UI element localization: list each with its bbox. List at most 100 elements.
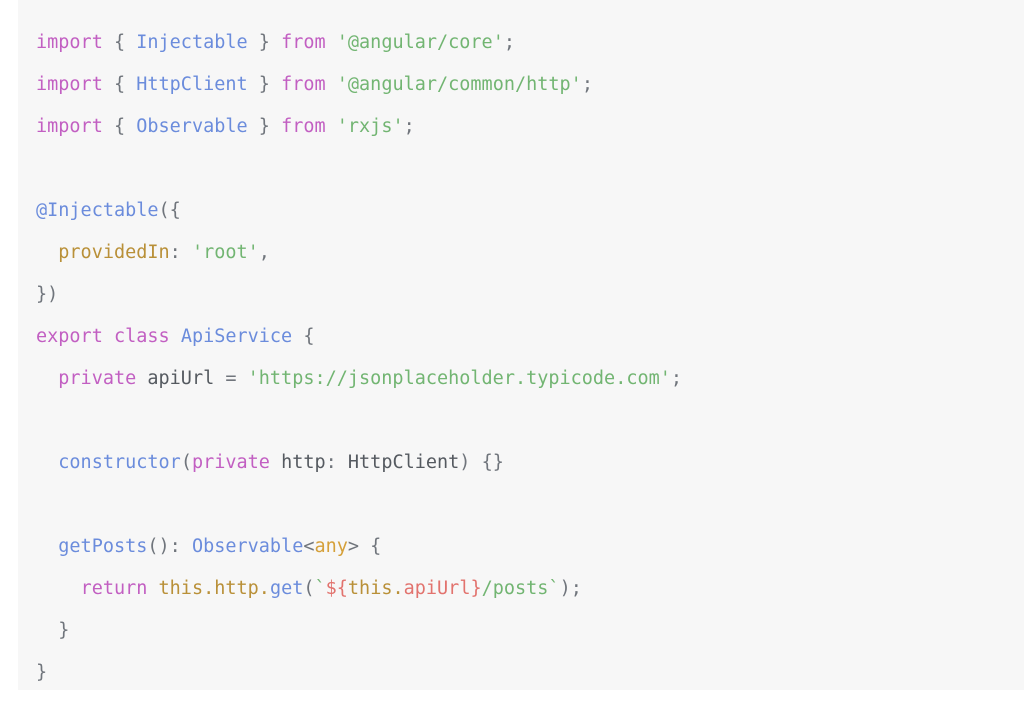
code-token-kw: private bbox=[191, 452, 270, 473]
code-token-type: @Injectable bbox=[36, 200, 159, 221]
code-token-punc: { bbox=[303, 326, 315, 347]
code-token-fn: getPosts bbox=[58, 536, 148, 557]
code-content: import { Injectable } from '@angular/cor… bbox=[18, 22, 1024, 690]
code-token-punc: ( bbox=[180, 452, 192, 473]
code-token-type: Observable bbox=[136, 116, 248, 137]
code-token-punc: } bbox=[36, 662, 48, 683]
code-token-punc: { bbox=[113, 74, 126, 95]
code-token-str: 'https://jsonplaceholder.typicode.com' bbox=[247, 368, 671, 389]
code-token-plain: apiUrl bbox=[147, 368, 215, 389]
code-token-type: Observable bbox=[191, 536, 304, 557]
code-token-kw: return bbox=[80, 578, 148, 599]
code-token-type: ApiService bbox=[180, 326, 293, 347]
code-token-interp: apiUrl bbox=[403, 578, 471, 599]
code-token-prop: this bbox=[158, 578, 204, 599]
code-token-type: HttpClient bbox=[136, 74, 248, 95]
code-token-punc: : bbox=[169, 242, 192, 263]
code-token-kw: import bbox=[36, 74, 103, 95]
code-token-punc: = bbox=[225, 368, 237, 389]
code-token-punc: ); bbox=[559, 578, 582, 599]
code-token-prop: . bbox=[392, 578, 404, 599]
code-line: return this.http.get(`${this.apiUrl}/pos… bbox=[18, 568, 1024, 610]
code-token-punc: ; bbox=[581, 74, 593, 95]
code-token-punc: > { bbox=[347, 536, 382, 557]
code-block[interactable]: import { Injectable } from '@angular/cor… bbox=[18, 0, 1024, 690]
code-token-kw: import bbox=[36, 116, 103, 137]
code-token-str: ` bbox=[314, 578, 326, 599]
code-token-kw: from bbox=[281, 32, 326, 53]
code-token-punc: } bbox=[258, 74, 270, 95]
code-token-punc: }) bbox=[36, 284, 59, 305]
code-line: import { HttpClient } from '@angular/com… bbox=[18, 64, 1024, 106]
code-line: @Injectable({ bbox=[18, 190, 1024, 232]
code-token-prop: . bbox=[203, 578, 215, 599]
code-token-punc: , bbox=[258, 242, 270, 263]
code-line: getPosts(): Observable<any> { bbox=[18, 526, 1024, 568]
code-token-kw: from bbox=[281, 74, 326, 95]
code-token-punc: ; bbox=[670, 368, 683, 389]
code-token-prop: providedIn bbox=[58, 242, 170, 263]
code-line: }) bbox=[18, 274, 1024, 316]
code-token-punc: < bbox=[303, 536, 315, 557]
code-token-str: '@angular/common/http' bbox=[336, 74, 582, 95]
code-line: import { Observable } from 'rxjs'; bbox=[18, 106, 1024, 148]
code-token-punc: } bbox=[58, 620, 70, 641]
code-token-prop: http bbox=[214, 578, 259, 599]
code-token-str: /posts bbox=[481, 578, 549, 599]
code-token-interp: ${ bbox=[325, 578, 348, 599]
code-line: private apiUrl = 'https://jsonplaceholde… bbox=[18, 358, 1024, 400]
code-token-interp: } bbox=[470, 578, 482, 599]
code-token-fn: constructor bbox=[58, 452, 181, 473]
code-token-str: 'rxjs' bbox=[336, 116, 404, 137]
code-token-plain: HttpClient bbox=[347, 452, 460, 473]
code-token-prop: this bbox=[347, 578, 393, 599]
code-line: } bbox=[18, 610, 1024, 652]
code-token-punc: { bbox=[113, 32, 126, 53]
code-token-fn: get bbox=[269, 578, 304, 599]
code-token-punc: } bbox=[258, 32, 270, 53]
code-line: export class ApiService { bbox=[18, 316, 1024, 358]
code-token-punc: ( bbox=[303, 578, 315, 599]
code-line: } bbox=[18, 652, 1024, 690]
code-token-plain: http bbox=[281, 452, 326, 473]
code-token-str: '@angular/core' bbox=[336, 32, 504, 53]
code-token-punc: ) {} bbox=[459, 452, 504, 473]
code-token-prop: . bbox=[258, 578, 270, 599]
code-token-punc: { bbox=[113, 116, 126, 137]
code-token-kw: from bbox=[281, 116, 326, 137]
code-token-kw: private bbox=[58, 368, 137, 389]
code-token-kw: class bbox=[113, 326, 170, 347]
code-token-punc: : bbox=[325, 452, 348, 473]
code-token-any: any bbox=[314, 536, 348, 557]
code-line: providedIn: 'root', bbox=[18, 232, 1024, 274]
code-token-kw: import bbox=[36, 32, 103, 53]
code-token-str: ` bbox=[548, 578, 560, 599]
